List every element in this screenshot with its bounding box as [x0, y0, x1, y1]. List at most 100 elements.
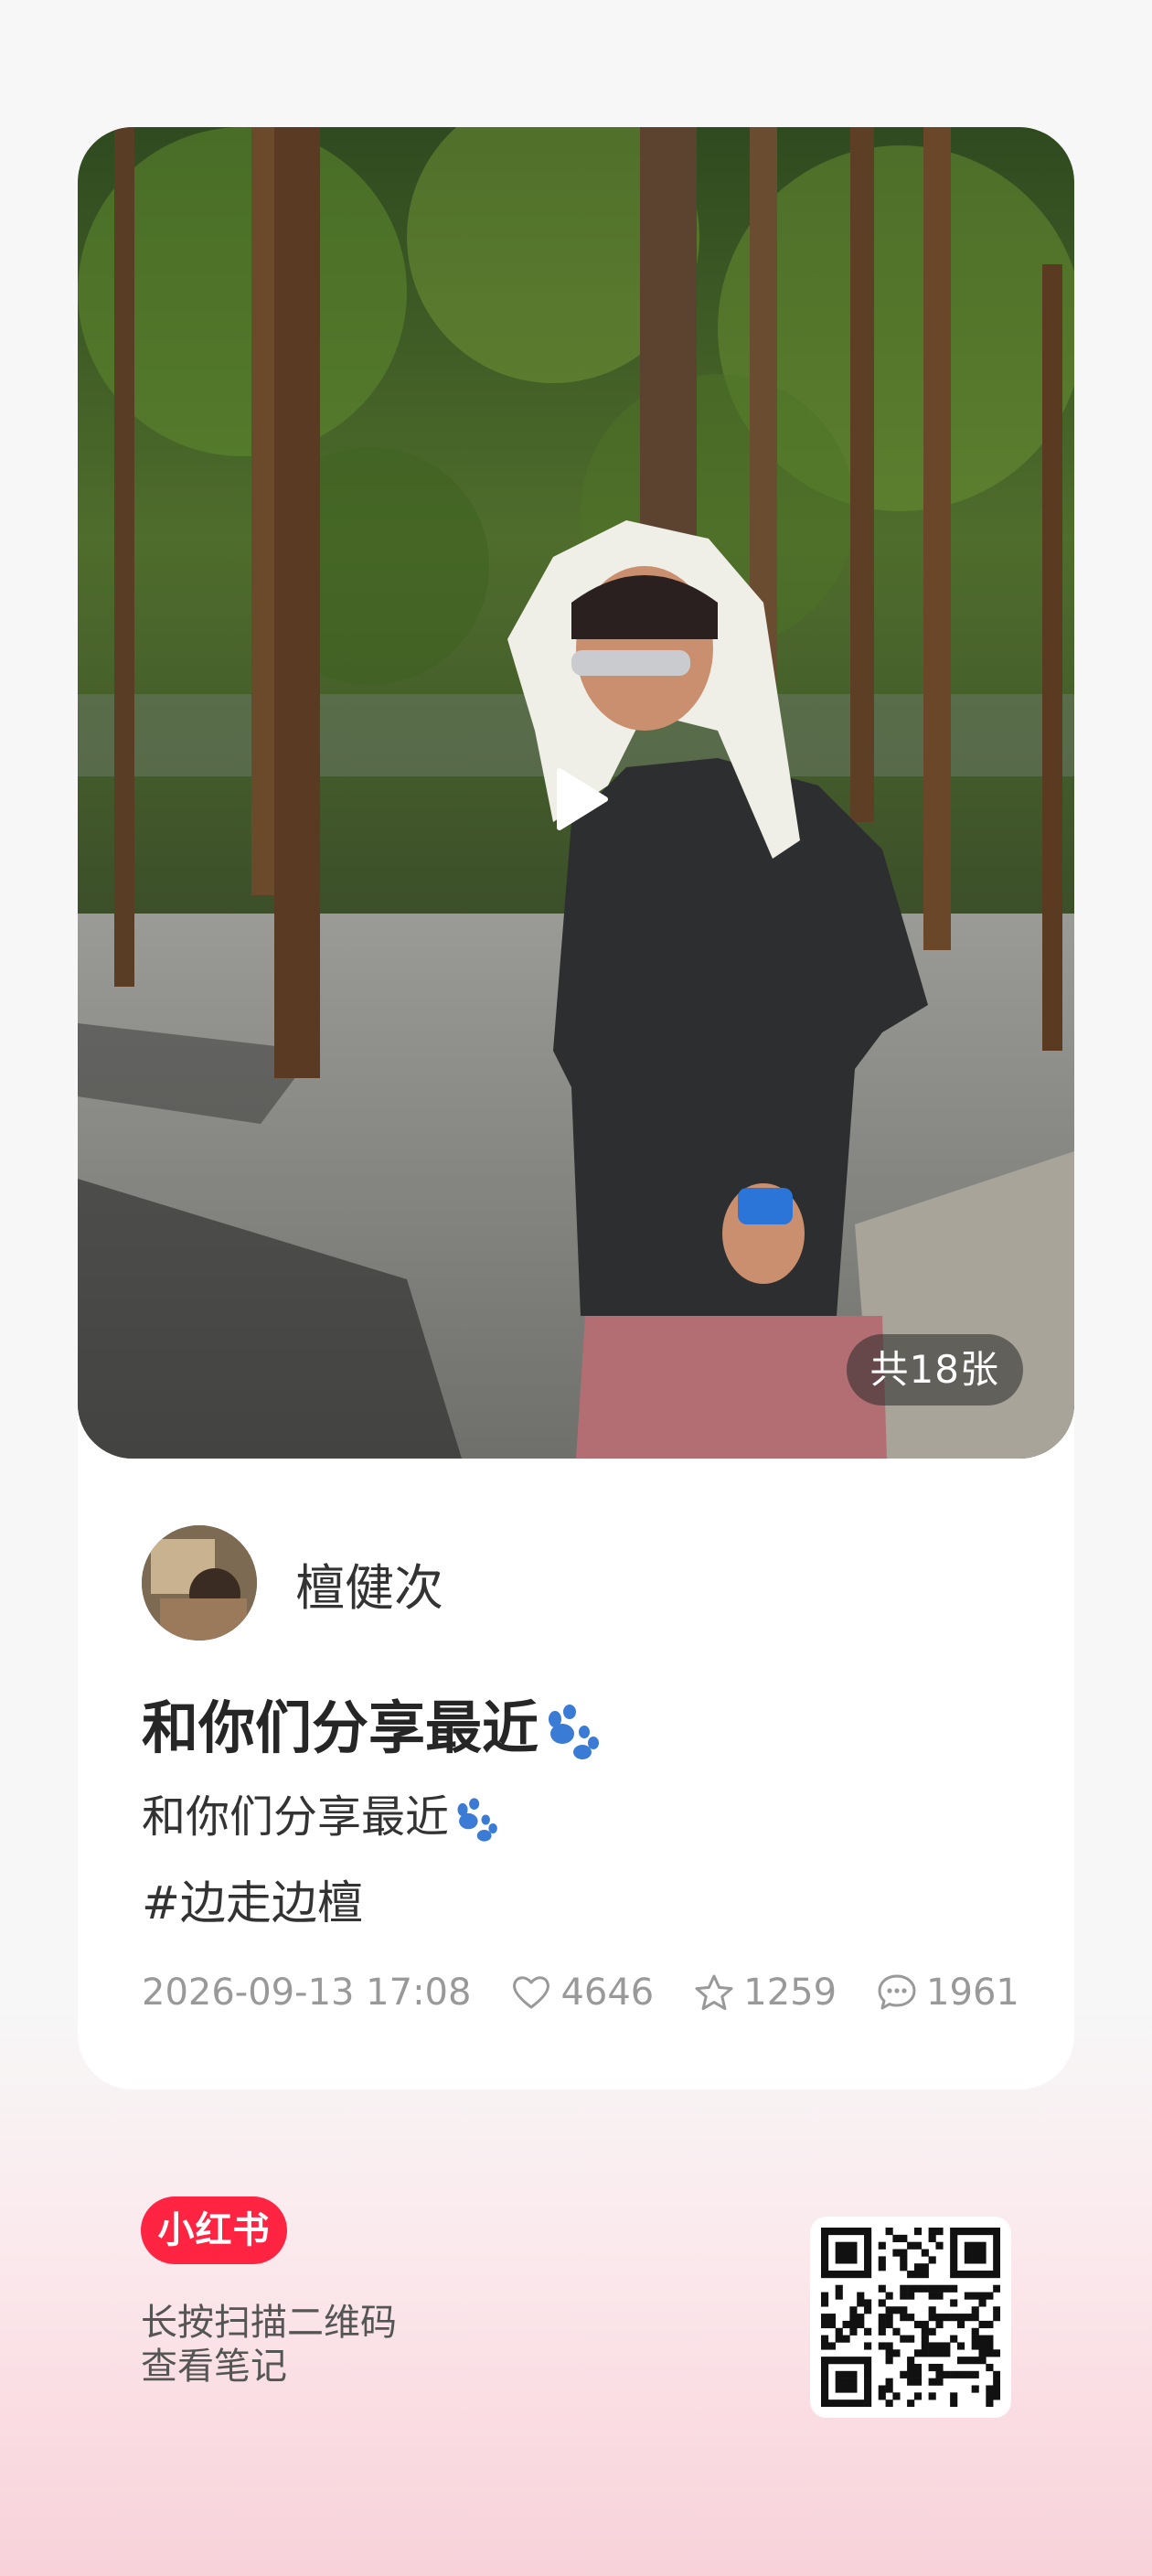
qr-module — [913, 2349, 923, 2357]
paw-icon — [457, 1798, 497, 1842]
meta-row: 2026-09-13 17:08 4646 1259 1961 — [142, 1965, 1019, 2020]
qr-module — [907, 2357, 915, 2365]
qr-module — [842, 2357, 850, 2365]
qr-module — [964, 2314, 972, 2322]
qr-module — [821, 2335, 829, 2343]
qr-module — [956, 2320, 965, 2329]
qr-module — [885, 2292, 893, 2300]
qr-module — [827, 2320, 836, 2329]
qr-module — [849, 2327, 858, 2336]
author-row[interactable]: 檀健次 — [142, 1525, 443, 1641]
qr-module — [864, 2256, 872, 2264]
qr-module — [993, 2263, 1000, 2271]
qr-module — [821, 2320, 829, 2329]
qr-module — [921, 2320, 929, 2329]
favorite-button[interactable]: 1259 — [694, 1972, 837, 2014]
qr-module — [857, 2292, 865, 2300]
qr-module — [986, 2271, 994, 2279]
qr-module — [935, 2241, 944, 2250]
cover-photo[interactable]: 共18张 — [78, 127, 1074, 1459]
author-name[interactable]: 檀健次 — [295, 1547, 443, 1619]
qr-module — [827, 2314, 836, 2322]
avatar[interactable] — [142, 1525, 257, 1641]
qr-module — [821, 2241, 829, 2250]
qr-module — [921, 2284, 929, 2293]
qr-module — [964, 2292, 972, 2300]
qr-module — [878, 2284, 886, 2293]
qr-module — [928, 2327, 936, 2336]
hashtag-link[interactable]: #边走边檀 — [142, 1866, 363, 1932]
qr-module — [978, 2228, 987, 2236]
qr-module — [935, 2378, 944, 2386]
qr-module — [993, 2256, 1000, 2264]
qr-module — [849, 2228, 858, 2236]
qr-module — [907, 2378, 915, 2386]
qr-module — [835, 2271, 843, 2279]
qr-module — [950, 2284, 958, 2293]
qr-module — [885, 2342, 893, 2350]
qr-module — [842, 2228, 850, 2236]
qr-module — [835, 2357, 843, 2365]
qr-module — [849, 2306, 858, 2314]
qr-module — [935, 2314, 944, 2322]
qr-module — [978, 2241, 987, 2250]
qr-module — [849, 2385, 858, 2393]
qr-module — [971, 2370, 979, 2378]
like-count: 4646 — [560, 1972, 655, 2014]
qr-module — [827, 2357, 836, 2365]
qr-module — [986, 2320, 994, 2329]
qr-module — [835, 2241, 843, 2250]
qr-module — [885, 2228, 893, 2236]
qr-module — [986, 2292, 994, 2300]
qr-module — [907, 2370, 915, 2378]
qr-module — [864, 2228, 872, 2236]
qr-module — [864, 2342, 872, 2350]
qr-module — [821, 2378, 829, 2386]
qr-module — [835, 2249, 843, 2257]
qr-module — [907, 2271, 915, 2279]
qr-module — [864, 2234, 872, 2242]
qr-module — [950, 2271, 958, 2279]
qr-module — [857, 2299, 865, 2307]
qr-module — [913, 2284, 923, 2293]
qr-module — [978, 2320, 987, 2329]
qr-module — [964, 2357, 972, 2365]
like-button[interactable]: 4646 — [511, 1972, 654, 2014]
qr-module — [950, 2228, 958, 2236]
qr-module — [835, 2400, 843, 2407]
comment-button[interactable]: 1961 — [877, 1972, 1019, 2014]
qr-module — [842, 2385, 850, 2393]
qr-code[interactable] — [810, 2217, 1011, 2418]
qr-module — [864, 2241, 872, 2250]
qr-module — [986, 2342, 994, 2350]
qr-module — [864, 2271, 872, 2279]
qr-module — [842, 2378, 850, 2386]
qr-module — [900, 2234, 908, 2242]
qr-module — [835, 2335, 843, 2343]
qr-module — [885, 2306, 893, 2314]
qr-module — [971, 2342, 979, 2350]
qr-module — [950, 2263, 958, 2271]
qr-module — [907, 2314, 915, 2322]
qr-module — [971, 2385, 979, 2393]
qr-module — [986, 2363, 994, 2372]
paw-icon — [549, 1704, 600, 1759]
qr-module — [971, 2249, 979, 2257]
qr-module — [978, 2342, 987, 2350]
qr-module — [821, 2370, 829, 2378]
qr-module — [950, 2234, 958, 2242]
qr-module — [935, 2363, 944, 2372]
qr-module — [950, 2335, 958, 2343]
qr-module — [921, 2249, 929, 2257]
qr-module — [849, 2320, 858, 2329]
note-title: 和你们分享最近 — [142, 1682, 603, 1764]
play-icon[interactable] — [554, 767, 609, 831]
qr-module — [978, 2256, 987, 2264]
qr-module — [935, 2228, 944, 2236]
qr-module — [885, 2357, 893, 2365]
qr-module — [821, 2292, 829, 2300]
qr-module — [900, 2335, 908, 2343]
qr-module — [892, 2234, 901, 2242]
qr-module — [878, 2320, 886, 2329]
qr-module — [885, 2400, 893, 2407]
